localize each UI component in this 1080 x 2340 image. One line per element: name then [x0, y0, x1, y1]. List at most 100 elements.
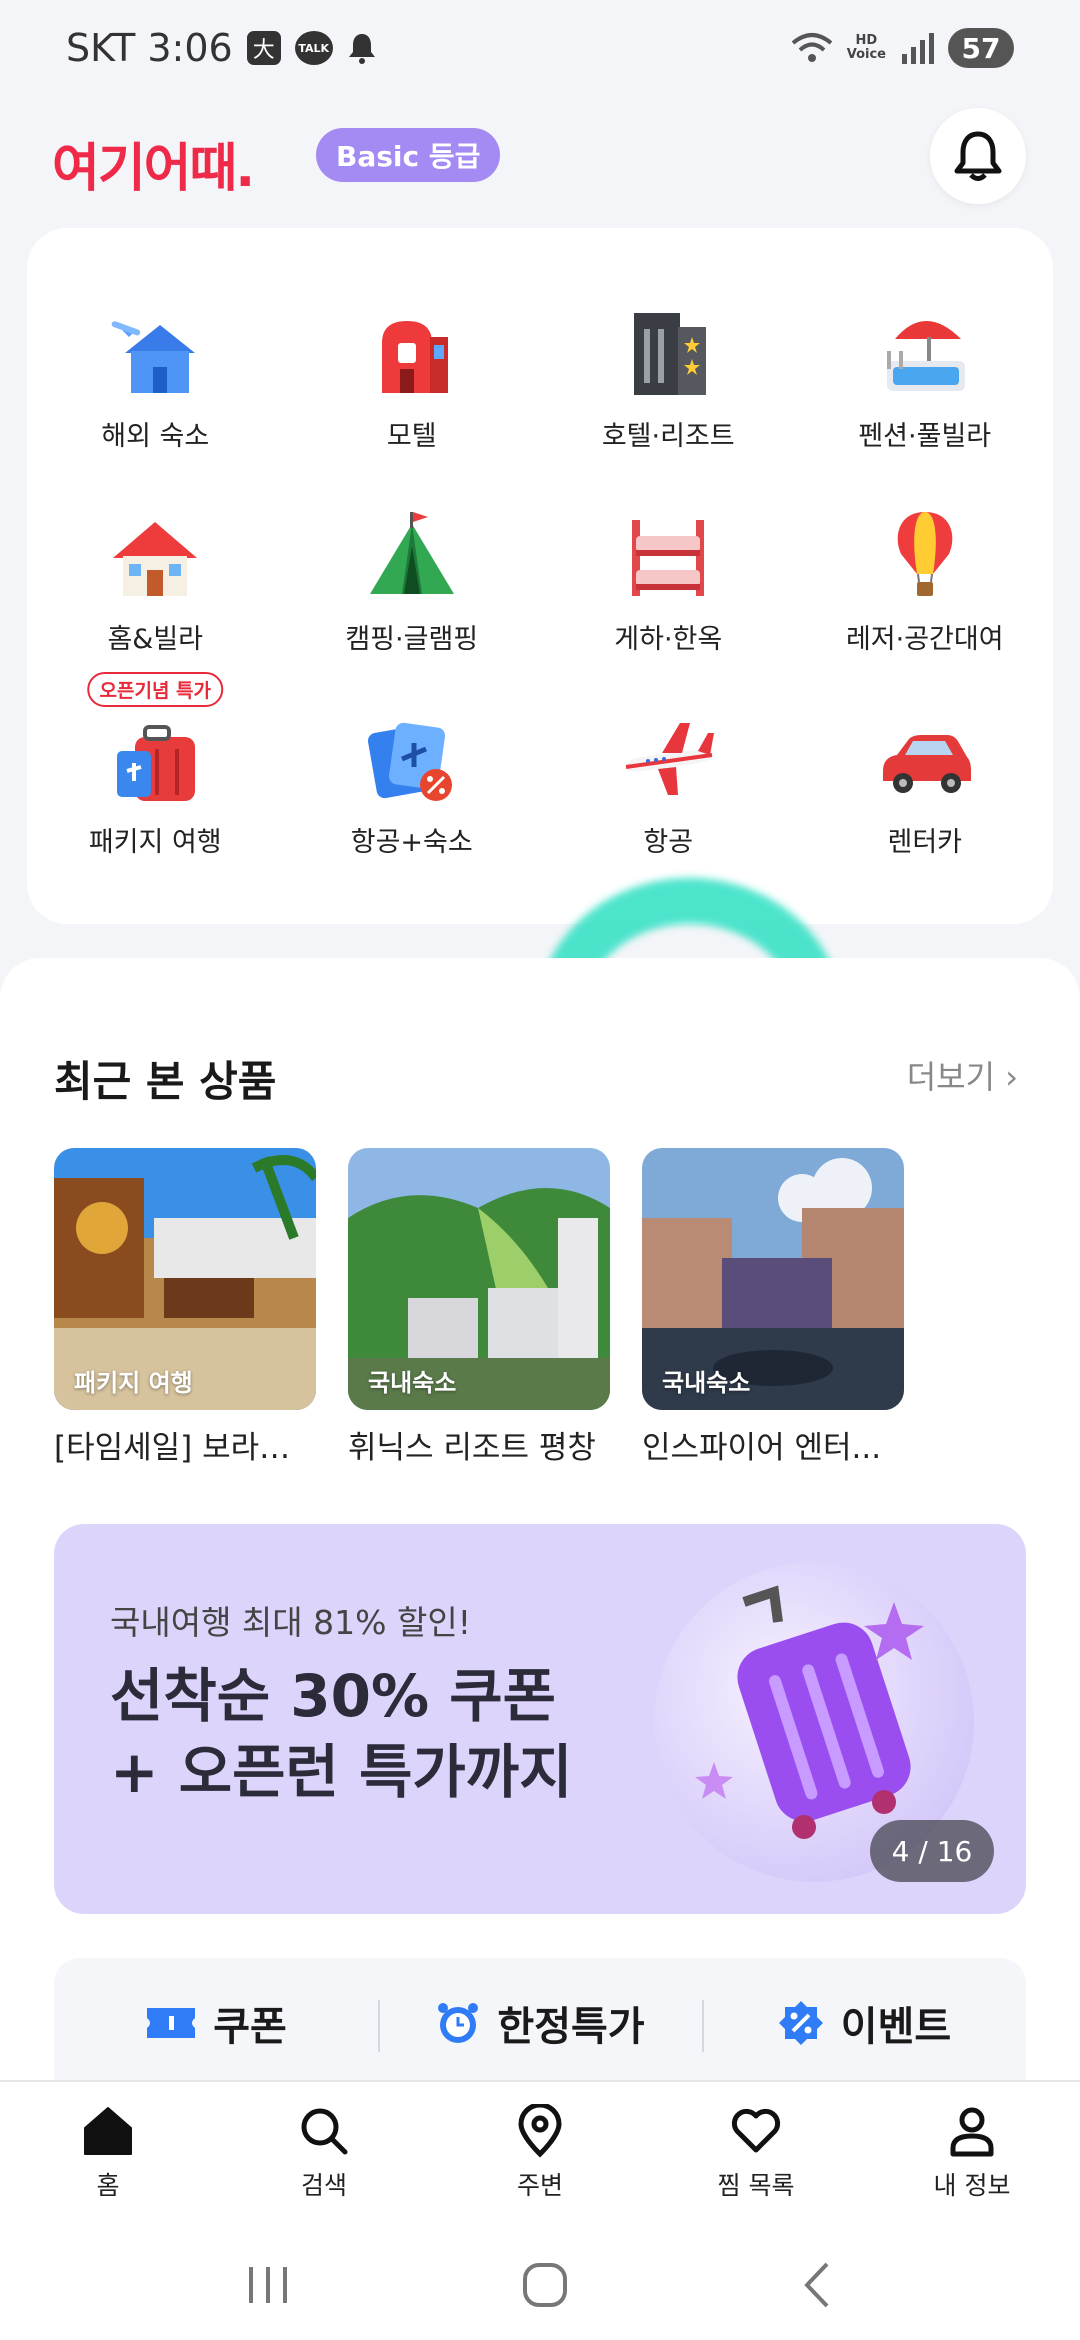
chip-icon: 大: [246, 31, 281, 65]
category-flight-hotel[interactable]: 항공+숙소: [284, 704, 541, 859]
recent-item-inspire[interactable]: 국내숙소 인스파이어 엔터...: [642, 1148, 904, 1467]
category-label: 모텔: [386, 421, 437, 452]
category-label: 홈&빌라: [107, 624, 204, 655]
category-pension-poolvilla[interactable]: 펜션·풀빌라: [797, 298, 1054, 453]
inspire-resort-thumbnail: 국내숙소: [642, 1148, 904, 1410]
category-package-tour[interactable]: 오픈기념 특가 패키지 여행: [27, 672, 284, 859]
carrier-time: SKT 3:06: [66, 26, 233, 70]
category-home-villa[interactable]: 홈&빌라: [27, 501, 284, 656]
category-label: 패키지 여행: [88, 827, 222, 858]
hotel-icon: [613, 298, 723, 408]
home-nav-icon: [84, 2107, 132, 2155]
category-label: 게하·한옥: [614, 624, 723, 655]
signal-icon: [902, 33, 934, 64]
hd-label: HD: [855, 33, 878, 48]
overseas-house-icon: [100, 298, 210, 408]
location-pin-icon: [518, 2104, 562, 2158]
suitcase-icon: 오픈기념 특가: [87, 672, 223, 814]
ticket-icon: [147, 2008, 196, 2038]
nav-my-info[interactable]: 내 정보: [864, 2082, 1080, 2230]
bunkbed-icon: [613, 501, 723, 611]
nav-nearby[interactable]: 주변: [432, 2082, 648, 2230]
car-icon: [870, 704, 980, 814]
percent-badge-icon: [778, 2001, 823, 2045]
category-overseas-stay[interactable]: 해외 숙소: [27, 298, 284, 453]
hd-voice-icon: HD Voice: [847, 34, 886, 62]
category-label: 캠핑·글램핑: [345, 624, 479, 655]
category-rental-car[interactable]: 렌터카: [797, 704, 1054, 859]
banner-title-line2: + 오픈런 특가까지: [110, 1738, 573, 1806]
banner-title: 선착순 30% 쿠폰 + 오픈런 특가까지: [110, 1658, 573, 1810]
category-label: 레저·공간대여: [845, 624, 1004, 655]
person-icon: [950, 2107, 994, 2157]
status-left: SKT 3:06 大 TALK: [66, 26, 377, 70]
see-more-link[interactable]: 더보기 ›: [907, 1052, 1018, 1098]
nav-nearby-label: 주변: [516, 2171, 563, 2200]
alarm-icon: [438, 2003, 479, 2043]
banner-page-indicator: 4 / 16: [870, 1820, 994, 1882]
back-icon[interactable]: [797, 2260, 837, 2310]
grade-badge[interactable]: Basic 등급: [316, 128, 501, 182]
recent-item-boracay[interactable]: 패키지 여행 [타임세일] 보라카...: [54, 1148, 316, 1467]
boracay-resort-thumbnail: 패키지 여행: [54, 1148, 316, 1410]
talk-icon: TALK: [294, 31, 333, 65]
system-navigation-bar: [0, 2230, 1080, 2340]
recent-item-tag: 국내숙소: [662, 1369, 751, 1397]
flight-hotel-icon: [357, 704, 467, 814]
notification-button[interactable]: [930, 108, 1026, 204]
nav-wishlist[interactable]: 찜 목록: [648, 2082, 864, 2230]
motel-icon: [357, 298, 467, 408]
category-guesthouse-hanok[interactable]: 게하·한옥: [540, 501, 797, 656]
balloon-icon: [870, 501, 980, 611]
category-camping-glamping[interactable]: 캠핑·글램핑: [284, 501, 541, 656]
notification-bell-icon: [348, 34, 375, 64]
nav-home[interactable]: 홈: [0, 2082, 216, 2230]
recent-item-title: [타임세일] 보라카...: [54, 1430, 316, 1466]
category-card: 해외 숙소 모텔 호텔·리조트 펜션·풀빌라 홈&빌라 캠핑·글램핑 게하·한옥…: [27, 228, 1053, 1153]
recent-apps-icon[interactable]: [243, 2263, 293, 2307]
bell-icon: [954, 131, 1002, 181]
coupon-link[interactable]: 쿠폰: [54, 1994, 378, 2052]
recent-item-title: 인스파이어 엔터...: [642, 1430, 882, 1466]
recent-section-title: 최근 본 상품: [54, 1057, 277, 1106]
recent-item-title: 휘닉스 리조트 평창: [348, 1430, 596, 1466]
category-flight[interactable]: 항공: [540, 704, 797, 859]
limited-deal-label: 한정특가: [497, 2004, 645, 2050]
recent-item-tag: 국내숙소: [368, 1369, 457, 1397]
home-icon: [100, 501, 210, 611]
app-logo[interactable]: 여기어때.: [52, 126, 255, 201]
app-header: 여기어때. Basic 등급: [0, 100, 1080, 230]
home-button-icon[interactable]: [520, 2260, 570, 2310]
quick-links: 쿠폰 한정특가 이벤트: [54, 1958, 1026, 2088]
opening-special-badge: 오픈기념 특가: [87, 672, 223, 707]
category-label: 펜션·풀빌라: [858, 421, 992, 452]
category-label: 해외 숙소: [101, 421, 210, 452]
tent-icon: [357, 501, 467, 611]
recent-item-tag: 패키지 여행: [74, 1369, 193, 1397]
promo-banner[interactable]: 국내여행 최대 81% 할인! 선착순 30% 쿠폰 + 오픈런 특가까지 4 …: [54, 1524, 1026, 1914]
nav-wishlist-label: 찜 목록: [717, 2171, 795, 2200]
nav-my-info-label: 내 정보: [933, 2171, 1011, 2200]
category-grid: 해외 숙소 모텔 호텔·리조트 펜션·풀빌라 홈&빌라 캠핑·글램핑 게하·한옥…: [27, 298, 1053, 859]
category-hotel-resort[interactable]: 호텔·리조트: [540, 298, 797, 453]
pool-villa-icon: [870, 298, 980, 408]
event-label: 이벤트: [840, 2004, 952, 2050]
bottom-navigation: 홈 검색 주변 찜 목록 내 정보: [0, 2080, 1080, 2230]
banner-title-line1: 선착순 30% 쿠폰: [110, 1662, 557, 1730]
coupon-label: 쿠폰: [213, 2004, 287, 2050]
recent-item-phoenix[interactable]: 국내숙소 휘닉스 리조트 평창: [348, 1148, 610, 1467]
search-icon: [301, 2108, 348, 2155]
nav-home-label: 홈: [96, 2171, 120, 2200]
nav-search[interactable]: 검색: [216, 2082, 432, 2230]
event-link[interactable]: 이벤트: [702, 1994, 1026, 2052]
limited-deal-link[interactable]: 한정특가: [378, 1994, 702, 2052]
phoenix-resort-thumbnail: 국내숙소: [348, 1148, 610, 1410]
category-leisure-space[interactable]: 레저·공간대여: [797, 501, 1054, 656]
category-motel[interactable]: 모텔: [284, 298, 541, 453]
recent-product-list: 패키지 여행 [타임세일] 보라카... 국내숙소 휘닉스 리조트 평창 국내숙…: [54, 1148, 904, 1467]
category-label: 항공+숙소: [350, 827, 473, 858]
category-label: 항공: [643, 827, 694, 858]
battery-indicator: 57: [948, 28, 1014, 68]
chevron-right-icon: ›: [1005, 1058, 1018, 1096]
see-more-label: 더보기: [906, 1058, 996, 1096]
